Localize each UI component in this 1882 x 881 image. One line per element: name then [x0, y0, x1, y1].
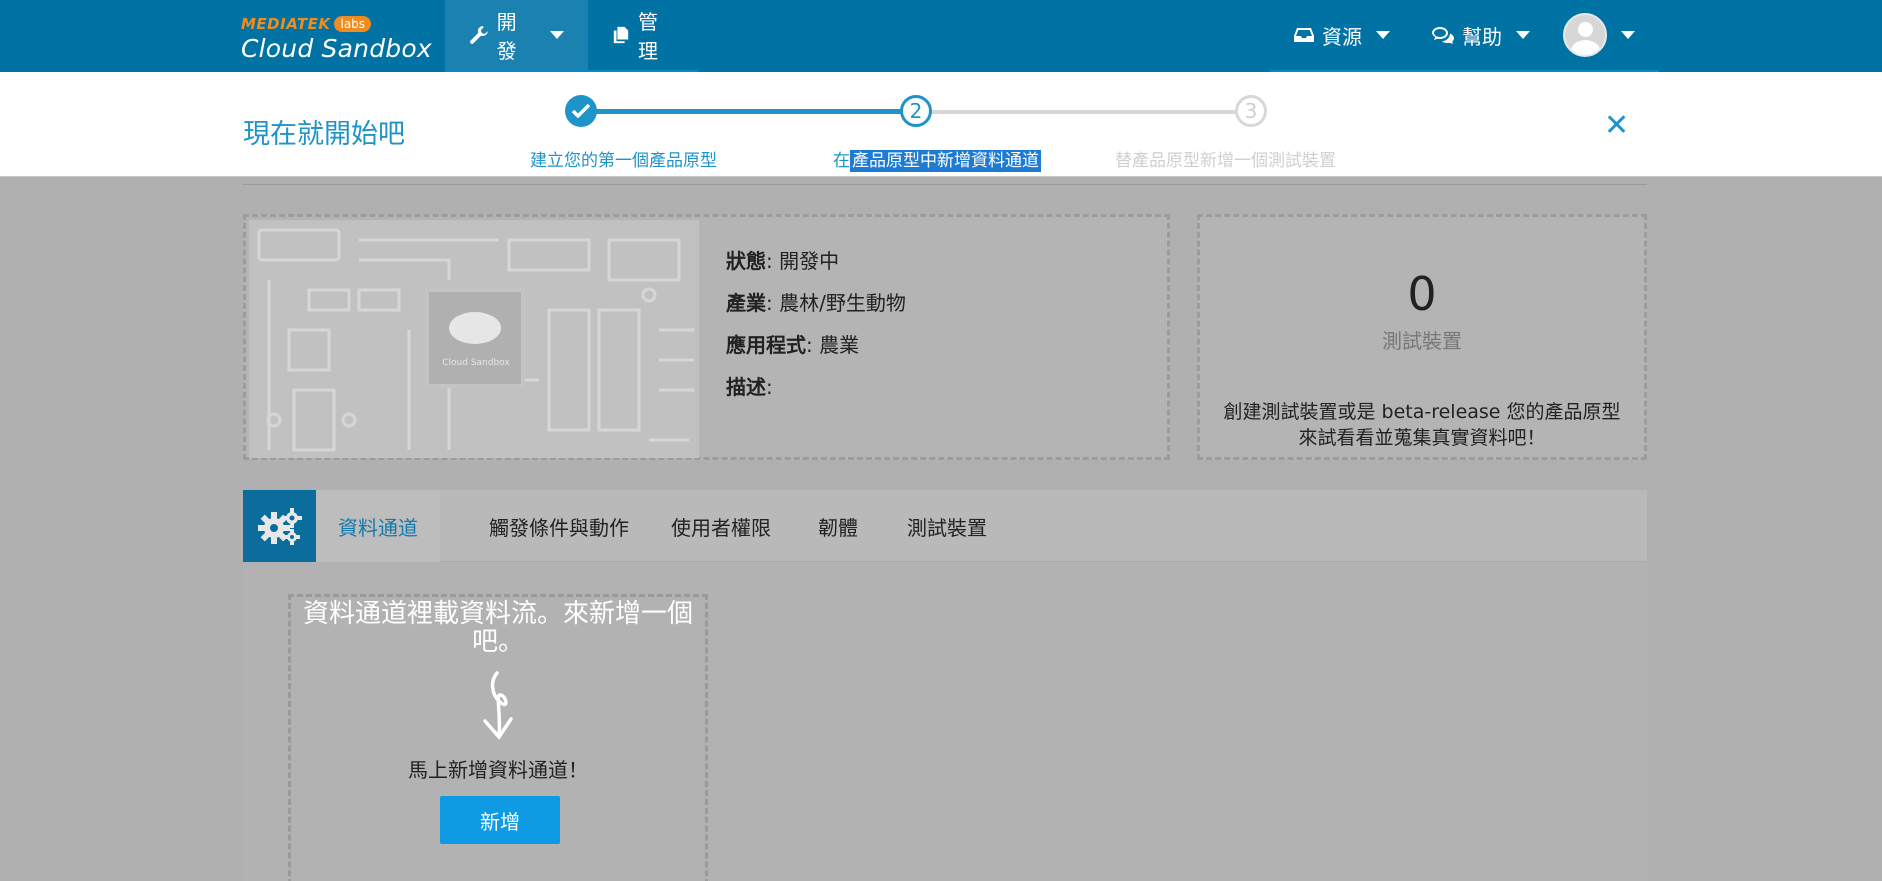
add-data-channel-button[interactable]: 新增	[440, 796, 560, 844]
test-device-hint-2: 來試看看並蒐集真實資料吧！	[1298, 427, 1546, 449]
nav-user-menu[interactable]	[1539, 0, 1659, 72]
logo-product: Cloud Sandbox	[241, 34, 432, 63]
nav-resources-label: 資源	[1322, 24, 1362, 49]
tab-triggers-actions[interactable]: 觸發條件與動作	[467, 490, 651, 562]
wrench-icon	[470, 26, 488, 44]
app-value: 農業	[819, 333, 860, 357]
logo-brand: MEDIATEK	[241, 15, 331, 33]
industry-value: 農林/野生動物	[779, 291, 906, 315]
test-device-hint-1: 創建測試裝置或是 beta-release 您的產品原型	[1223, 401, 1621, 423]
logo-labs: labs	[334, 16, 372, 32]
inbox-icon	[1294, 28, 1314, 42]
status-row: 狀態: 開發中	[726, 249, 840, 273]
board-chip-label: Cloud Sandbox	[442, 358, 510, 368]
nav-help[interactable]: 幫助	[1408, 0, 1554, 72]
chevron-down-icon	[550, 31, 564, 39]
step-1-check[interactable]	[565, 95, 597, 127]
description-label: 描述	[726, 375, 766, 399]
top-navbar: MEDIATEK labs Cloud Sandbox 開發 管理 資源 幫助	[0, 0, 1882, 72]
step-2-label-prefix: 在	[833, 151, 850, 171]
gears-icon	[243, 490, 316, 562]
tab-firmware[interactable]: 韌體	[796, 490, 880, 562]
copy-icon	[613, 26, 629, 44]
tab-data-channels[interactable]: 資料通道	[316, 490, 440, 562]
status-label: 狀態	[726, 249, 766, 273]
step-progress-line-pending	[930, 110, 1252, 114]
nav-develop-label: 開發	[496, 10, 517, 63]
tab-user-permissions[interactable]: 使用者權限	[649, 490, 793, 562]
chevron-down-icon	[1376, 31, 1390, 39]
nav-manage[interactable]: 管理	[588, 0, 698, 72]
arrow-down-icon	[483, 671, 513, 740]
step-2-number[interactable]: 2	[900, 95, 932, 127]
nav-develop[interactable]: 開發	[445, 0, 588, 72]
divider	[243, 184, 1647, 185]
avatar	[1563, 13, 1607, 57]
step-2-label[interactable]: 在產品原型中新增資料通道	[833, 146, 1041, 172]
nav-manage-label: 管理	[638, 10, 658, 63]
nav-resources[interactable]: 資源	[1270, 0, 1414, 72]
status-value: 開發中	[779, 249, 840, 273]
step-progress-line-done	[582, 109, 918, 114]
prototype-board-image: Cloud Sandbox	[249, 220, 699, 458]
prototype-tabs: 資料通道 觸發條件與動作 使用者權限 韌體 測試裝置	[243, 490, 1647, 562]
step-2-label-selected: 產品原型中新增資料通道	[850, 150, 1041, 172]
test-device-count: 0	[1407, 267, 1437, 321]
nav-help-label: 幫助	[1462, 24, 1502, 49]
empty-message-line-2: 吧。	[471, 627, 524, 657]
getting-started-wizard: 現在就開始吧 2 3 建立您的第一個產品原型 在產品原型中新增資料通道 替產品原…	[0, 72, 1882, 177]
app-label: 應用程式	[726, 333, 806, 357]
empty-data-channels-card: 資料通道裡載資料流。來新增一個 吧。 馬上新增資料通道！ 新增	[288, 594, 708, 881]
logo[interactable]: MEDIATEK labs Cloud Sandbox	[241, 14, 432, 63]
step-1-label[interactable]: 建立您的第一個產品原型	[530, 146, 717, 171]
empty-cta-text: 馬上新增資料通道！	[408, 758, 588, 782]
check-icon	[572, 104, 590, 118]
test-device-label: 測試裝置	[1382, 329, 1462, 353]
step-3-label[interactable]: 替產品原型新增一個測試裝置	[1115, 146, 1336, 171]
close-icon[interactable]: ✕	[1604, 108, 1629, 143]
chevron-down-icon	[1516, 31, 1530, 39]
empty-message-line-1: 資料通道裡載資料流。來新增一個	[302, 599, 693, 629]
app-row: 應用程式: 農業	[726, 333, 860, 357]
prototype-info-card: Cloud Sandbox 狀態: 開發中 產業: 農林/野生動物 應用程式: …	[243, 214, 1170, 460]
description-row: 描述:	[726, 375, 773, 399]
wizard-title: 現在就開始吧	[243, 119, 405, 150]
comments-icon	[1432, 27, 1454, 44]
step-3-number[interactable]: 3	[1235, 95, 1267, 127]
tab-test-devices[interactable]: 測試裝置	[885, 490, 1009, 562]
industry-label: 產業	[726, 291, 766, 315]
chevron-down-icon	[1621, 31, 1635, 39]
industry-row: 產業: 農林/野生動物	[726, 291, 906, 315]
test-devices-card: 0 測試裝置 創建測試裝置或是 beta-release 您的產品原型 來試看看…	[1197, 214, 1647, 460]
